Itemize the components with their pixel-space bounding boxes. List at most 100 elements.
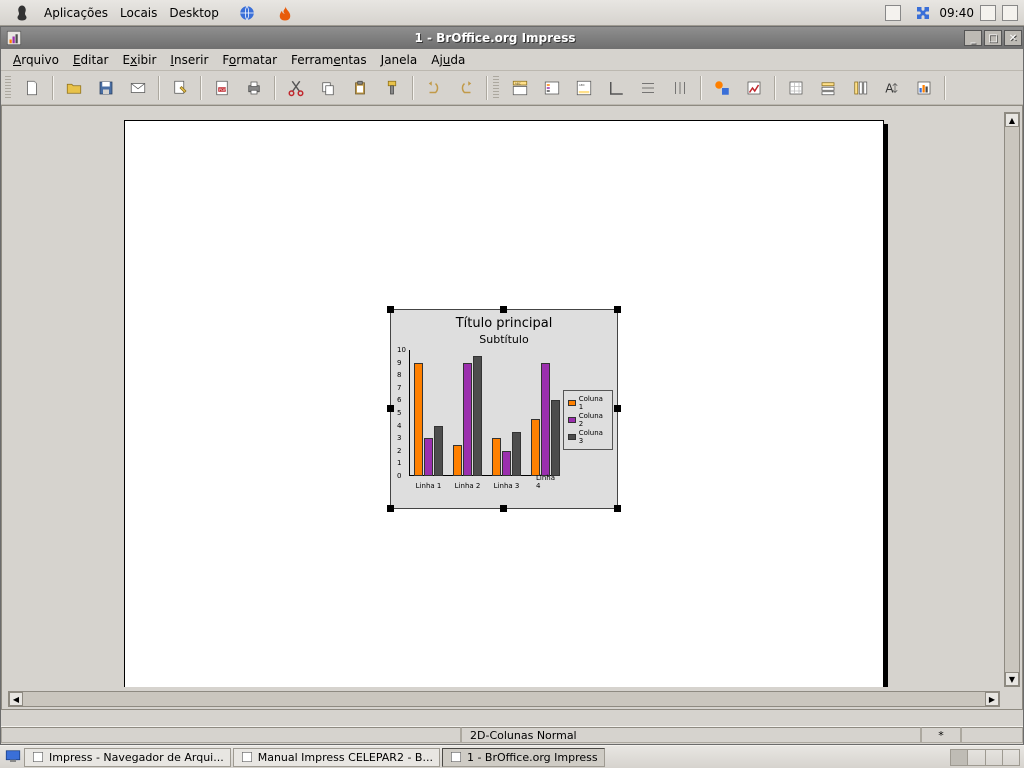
status-cell [1, 727, 461, 743]
resize-handle-icon[interactable] [614, 405, 621, 412]
slide[interactable]: Título principal Subtítulo 012345678910L… [124, 120, 884, 687]
chart-subtitle[interactable]: Subtítulo [391, 331, 617, 346]
toolbar-grip-icon[interactable] [5, 76, 11, 100]
panel-menu-apps[interactable]: Aplicações [44, 6, 108, 20]
chart-plot-area[interactable]: 012345678910Linha 1Linha 2Linha 3Linha 4 [395, 350, 557, 490]
resize-handle-icon[interactable] [387, 306, 394, 313]
panel-clock[interactable]: 09:40 [939, 6, 974, 20]
scroll-down-icon[interactable]: ▼ [1005, 672, 1019, 686]
slide-canvas[interactable]: Título principal Subtítulo 012345678910L… [8, 112, 1000, 687]
workspace: Título principal Subtítulo 012345678910L… [1, 105, 1023, 710]
svg-text:ABC: ABC [579, 82, 585, 86]
minimize-button[interactable]: _ [964, 30, 982, 46]
panel-menu-desktop[interactable]: Desktop [169, 6, 219, 20]
format-paintbrush-button[interactable] [377, 74, 407, 102]
save-button[interactable] [91, 74, 121, 102]
y-tick-label: 9 [397, 359, 401, 367]
workspace-switcher[interactable] [950, 749, 1020, 766]
paste-button[interactable] [345, 74, 375, 102]
y-tick-label: 0 [397, 472, 401, 480]
menu-editar[interactable]: Editar [67, 51, 115, 69]
gnome-top-panel: Aplicações Locais Desktop 09:40 [0, 0, 1024, 26]
status-bar: 2D-Colunas Normal * [1, 726, 1023, 744]
y-tick-label: 4 [397, 422, 401, 430]
maximize-button[interactable]: □ [984, 30, 1002, 46]
chart-titles-button[interactable]: ABC [505, 74, 535, 102]
menu-janela[interactable]: Janela [375, 51, 424, 69]
chart-series-rows-button[interactable] [813, 74, 843, 102]
taskbar-item[interactable]: 1 - BrOffice.org Impress [442, 748, 605, 767]
window-title: 1 - BrOffice.org Impress [27, 31, 963, 45]
mail-button[interactable] [123, 74, 153, 102]
edit-doc-button[interactable] [165, 74, 195, 102]
menu-ferramentas[interactable]: Ferramentas [285, 51, 373, 69]
network-icon[interactable] [1002, 5, 1018, 21]
resize-handle-icon[interactable] [614, 306, 621, 313]
scroll-right-icon[interactable]: ▶ [985, 692, 999, 706]
fire-icon[interactable] [275, 3, 295, 23]
chart-title[interactable]: Título principal [391, 310, 617, 331]
scroll-left-icon[interactable]: ◀ [9, 692, 23, 706]
panel-menu-places[interactable]: Locais [120, 6, 157, 20]
web-browser-icon[interactable] [237, 3, 257, 23]
impress-window: 1 - BrOffice.org Impress _ □ ✕ ArquivoEd… [0, 26, 1024, 745]
status-modified: * [921, 727, 961, 743]
app-icon [5, 29, 23, 47]
chart-reorganize-button[interactable] [909, 74, 939, 102]
resize-handle-icon[interactable] [614, 505, 621, 512]
chart-grid-v-button[interactable] [665, 74, 695, 102]
cut-button[interactable] [281, 74, 311, 102]
close-button[interactable]: ✕ [1004, 30, 1022, 46]
bar [492, 438, 501, 476]
chart-autoformat-button[interactable] [739, 74, 769, 102]
resize-handle-icon[interactable] [500, 505, 507, 512]
taskbar-item[interactable]: Manual Impress CELEPAR2 - B... [233, 748, 440, 767]
toolbar-grip-icon[interactable] [493, 76, 499, 100]
menu-exibir[interactable]: Exibir [117, 51, 163, 69]
volume-icon[interactable] [980, 5, 996, 21]
chart-object[interactable]: Título principal Subtítulo 012345678910L… [390, 309, 618, 509]
bar [541, 363, 550, 476]
print-button[interactable] [239, 74, 269, 102]
resize-handle-icon[interactable] [387, 505, 394, 512]
tray-widget-icon[interactable] [885, 5, 901, 21]
chart-legend[interactable]: Coluna 1Coluna 2Coluna 3 [563, 390, 613, 450]
export-pdf-button[interactable]: PDF [207, 74, 237, 102]
chart-type-button[interactable] [707, 74, 737, 102]
window-titlebar[interactable]: 1 - BrOffice.org Impress _ □ ✕ [1, 27, 1023, 49]
menu-inserir[interactable]: Inserir [164, 51, 214, 69]
legend-item: Coluna 1 [568, 395, 608, 411]
redo-button[interactable] [451, 74, 481, 102]
gnome-foot-icon[interactable] [12, 3, 32, 23]
show-desktop-icon[interactable] [4, 747, 22, 768]
chart-axes-button[interactable] [601, 74, 631, 102]
open-button[interactable] [59, 74, 89, 102]
menu-ajuda[interactable]: Ajuda [425, 51, 471, 69]
chart-scale-text-button[interactable]: A [877, 74, 907, 102]
x-tick-label: Linha 4 [536, 474, 555, 490]
menu-arquivo[interactable]: Arquivo [7, 51, 65, 69]
chart-data-button[interactable] [781, 74, 811, 102]
horizontal-scrollbar[interactable]: ◀ ▶ [8, 691, 1000, 707]
chart-series-cols-button[interactable] [845, 74, 875, 102]
bar [512, 432, 521, 476]
chart-grid-h-button[interactable] [633, 74, 663, 102]
taskbar-item[interactable]: Impress - Navegador de Arqui... [24, 748, 231, 767]
bar [473, 356, 482, 476]
undo-button[interactable] [419, 74, 449, 102]
copy-button[interactable] [313, 74, 343, 102]
chart-axis-titles-button[interactable]: ABC [569, 74, 599, 102]
resize-handle-icon[interactable] [500, 306, 507, 313]
bar [531, 419, 540, 476]
x-tick-label: Linha 1 [416, 482, 442, 490]
menu-formatar[interactable]: Formatar [216, 51, 283, 69]
x-tick-label: Linha 2 [455, 482, 481, 490]
vertical-scrollbar[interactable]: ▲ ▼ [1004, 112, 1020, 687]
chart-legend-button[interactable] [537, 74, 567, 102]
scroll-up-icon[interactable]: ▲ [1005, 113, 1019, 127]
resize-handle-icon[interactable] [387, 405, 394, 412]
y-tick-label: 1 [397, 459, 401, 467]
puzzle-icon[interactable] [913, 3, 933, 23]
new-doc-button[interactable] [17, 74, 47, 102]
standard-toolbar: PDF ABC ABC A [1, 71, 1023, 105]
